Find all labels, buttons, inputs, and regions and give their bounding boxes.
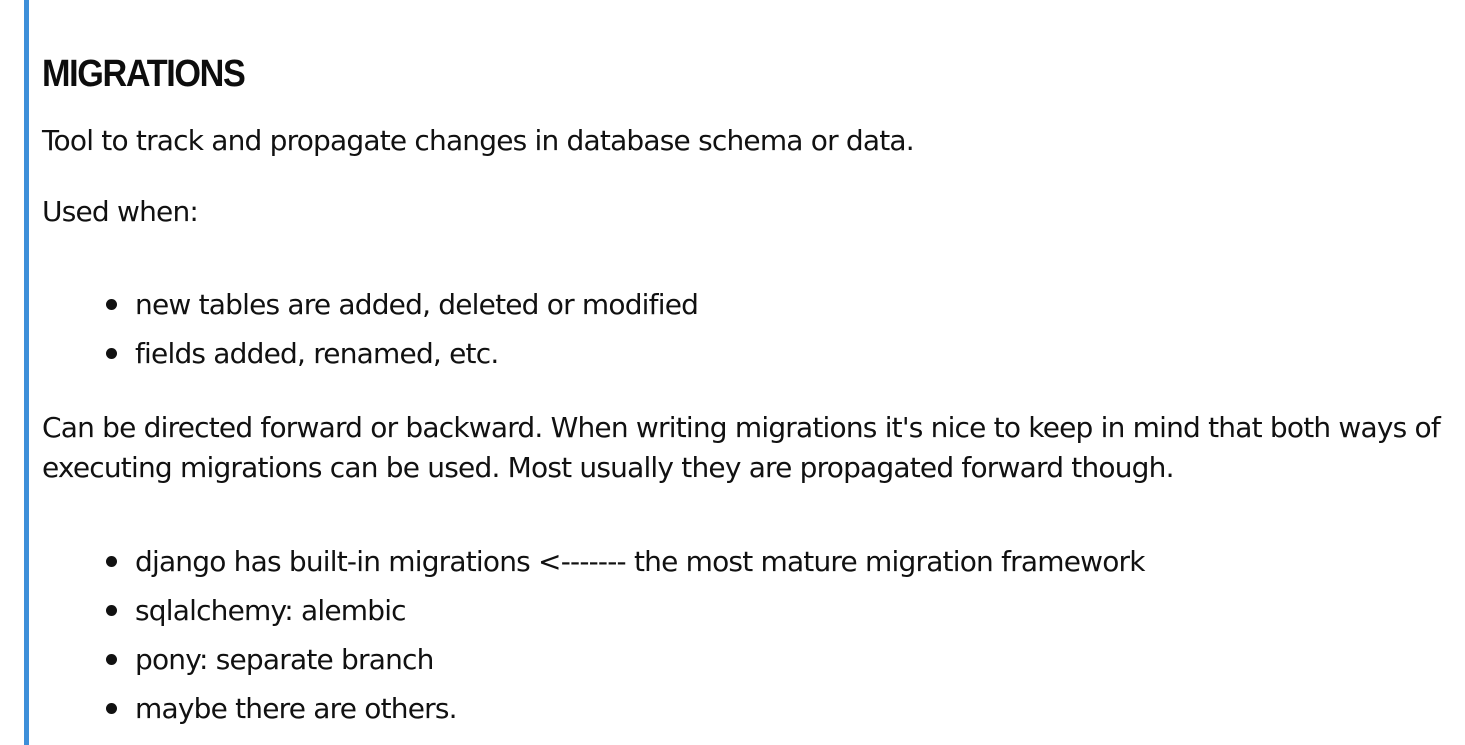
bullet-icon xyxy=(106,299,117,310)
used-when-list: new tables are added, deleted or modifie… xyxy=(42,280,699,378)
list-item-text: pony: separate branch xyxy=(135,643,434,676)
list-item-text: fields added, renamed, etc. xyxy=(135,337,499,370)
list-item: new tables are added, deleted or modifie… xyxy=(42,280,699,329)
bullet-icon xyxy=(106,703,117,714)
list-item-text: django has built-in migrations <------- … xyxy=(135,545,1145,578)
list-item-text: new tables are added, deleted or modifie… xyxy=(135,288,699,321)
page-title: MIGRATIONS xyxy=(42,53,246,95)
frameworks-list: django has built-in migrations <------- … xyxy=(42,537,1145,733)
bullet-icon xyxy=(106,605,117,616)
intro-paragraph: Tool to track and propagate changes in d… xyxy=(42,124,915,157)
list-item-text: sqlalchemy: alembic xyxy=(135,594,407,627)
list-item: maybe there are others. xyxy=(42,684,1145,733)
used-when-paragraph: Used when: xyxy=(42,195,199,228)
list-item: fields added, renamed, etc. xyxy=(42,329,698,378)
bullet-icon xyxy=(106,556,117,567)
direction-line-1: Can be directed forward or backward. Whe… xyxy=(42,411,1441,444)
direction-line-2: executing migrations can be used. Most u… xyxy=(42,451,1175,484)
list-item-text: maybe there are others. xyxy=(135,692,458,725)
left-accent-bar xyxy=(24,0,29,745)
list-item: sqlalchemy: alembic xyxy=(42,586,1145,635)
direction-paragraph: Can be directed forward or backward. Whe… xyxy=(42,408,1441,488)
bullet-icon xyxy=(106,654,117,665)
bullet-icon xyxy=(106,348,117,359)
list-item: pony: separate branch xyxy=(42,635,1145,684)
list-item: django has built-in migrations <------- … xyxy=(42,537,1145,586)
